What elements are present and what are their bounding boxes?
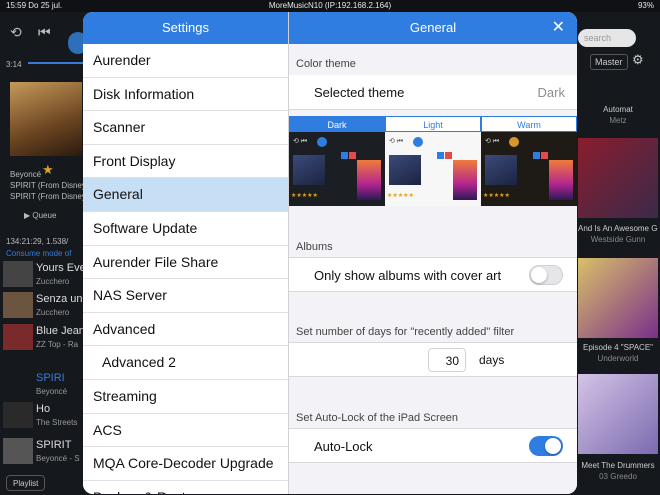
sidebar-item-front-display[interactable]: Front Display	[83, 145, 288, 179]
albums-cover-art-label: Only show albums with cover art	[314, 268, 502, 283]
tile-artist: Westside Gunn	[590, 235, 646, 244]
tile-title: Meet The Drummers	[581, 461, 655, 470]
list-item[interactable]: Senza una Zucchero	[0, 290, 89, 320]
recently-added-days-input[interactable]: 30	[428, 348, 466, 372]
status-battery: 93%	[637, 1, 654, 10]
now-playing-artist: Beyoncé	[10, 170, 42, 179]
sidebar-item-streaming[interactable]: Streaming	[83, 380, 288, 414]
selected-theme-label: Selected theme	[314, 85, 405, 100]
list-item[interactable]: Blue Jean ZZ Top - Ra	[0, 322, 85, 352]
album-tile[interactable]	[578, 138, 658, 218]
selected-theme-value: Dark	[537, 85, 565, 100]
now-playing-art	[10, 82, 82, 156]
list-item[interactable]: Ho The Streets	[0, 400, 82, 430]
now-playing-track: SPIRIT (From Disney	[10, 181, 86, 190]
recently-added-header: Set number of days for "recently added" …	[296, 326, 515, 338]
list-item[interactable]: SPIRIT Beyoncé - S	[0, 436, 82, 466]
playlist-button[interactable]: Playlist	[6, 475, 46, 491]
tile-artist: Underworld	[597, 354, 639, 363]
sidebar-item-nas-server[interactable]: NAS Server	[83, 279, 288, 313]
sidebar-item-aurender[interactable]: Aurender	[83, 44, 288, 78]
close-icon[interactable]: ✕	[552, 12, 565, 44]
recently-added-unit: days	[479, 353, 505, 367]
theme-option-light[interactable]: Light ⟲ ⏮ ★★★★★	[385, 116, 481, 206]
settings-sidebar: Settings Aurender Disk Information Scann…	[83, 12, 289, 494]
selected-theme-row[interactable]: Selected theme Dark	[289, 75, 577, 110]
tile-artist: Metz	[609, 116, 627, 125]
sidebar-item-backup-restore[interactable]: Backup & Restore	[83, 481, 288, 494]
queue-button[interactable]: ▶ Queue	[24, 211, 56, 220]
albums-cover-art-toggle[interactable]	[529, 265, 563, 285]
color-theme-header: Color theme	[296, 58, 356, 70]
repeat-icon[interactable]: ⟲	[10, 24, 22, 41]
sidebar-item-mqa-upgrade[interactable]: MQA Core-Decoder Upgrade	[83, 447, 288, 481]
recently-added-row: 30 days	[289, 342, 577, 377]
sidebar-item-software-update[interactable]: Software Update	[83, 212, 288, 246]
gear-icon[interactable]: ⚙	[632, 52, 644, 68]
sidebar-item-general[interactable]: General	[83, 178, 288, 212]
playback-progress[interactable]	[28, 62, 88, 64]
album-tile[interactable]	[578, 258, 658, 338]
status-bar: 15:59 Do 25 jul. MoreMusicN10 (IP:192.16…	[0, 0, 660, 12]
sidebar-item-disk-information[interactable]: Disk Information	[83, 78, 288, 112]
search-input[interactable]: search	[578, 29, 636, 47]
list-item[interactable]: SPIRI Beyoncé	[0, 369, 82, 399]
albums-header: Albums	[296, 241, 333, 253]
theme-option-warm[interactable]: Warm ⟲ ⏮ ★★★★★	[481, 116, 577, 206]
album-tile[interactable]	[578, 374, 658, 454]
list-item[interactable]: Yours Ever Zucchero	[0, 259, 89, 289]
theme-option-dark[interactable]: Dark ⟲ ⏮ ★★★★★	[289, 116, 385, 206]
previous-track-icon[interactable]: ⏮	[38, 24, 51, 41]
tile-title: And Is An Awesome God	[578, 224, 658, 233]
sidebar-item-acs[interactable]: ACS	[83, 414, 288, 448]
general-title: General	[409, 20, 457, 35]
albums-cover-art-row: Only show albums with cover art	[289, 257, 577, 292]
queue-info: 134:21:29, 1.538/	[6, 237, 69, 246]
master-button[interactable]: Master	[590, 54, 628, 70]
sidebar-item-scanner[interactable]: Scanner	[83, 111, 288, 145]
rating-star-icon[interactable]: ★	[42, 162, 54, 178]
autolock-label: Auto-Lock	[314, 439, 373, 454]
status-device-title: MoreMusicN10 (IP:192.168.2.164)	[268, 1, 392, 10]
settings-title: Settings	[83, 12, 288, 44]
now-playing-album: SPIRIT (From Disney	[10, 192, 86, 201]
sidebar-item-file-share[interactable]: Aurender File Share	[83, 246, 288, 280]
general-panel: General ✕ Color theme Selected theme Dar…	[289, 12, 577, 494]
tile-title: Episode 4 "SPACE"	[582, 343, 653, 352]
consume-mode-text: Consume mode of	[6, 249, 72, 258]
tile-title: Automat	[603, 105, 633, 114]
autolock-header: Set Auto-Lock of the iPad Screen	[296, 412, 459, 424]
autolock-row: Auto-Lock	[289, 428, 577, 463]
autolock-toggle[interactable]	[529, 436, 563, 456]
tile-artist: 03 Greedo	[599, 472, 637, 481]
sidebar-item-advanced-2[interactable]: Advanced 2	[83, 346, 288, 380]
general-header: General ✕	[289, 12, 577, 44]
playback-timecode: 3:14	[6, 60, 22, 69]
settings-modal: Settings Aurender Disk Information Scann…	[83, 12, 577, 494]
theme-previews: Dark ⟲ ⏮ ★★★★★ Light ⟲ ⏮ ★★★★★ Warm ⟲ ⏮	[289, 116, 577, 206]
sidebar-item-advanced[interactable]: Advanced	[83, 313, 288, 347]
